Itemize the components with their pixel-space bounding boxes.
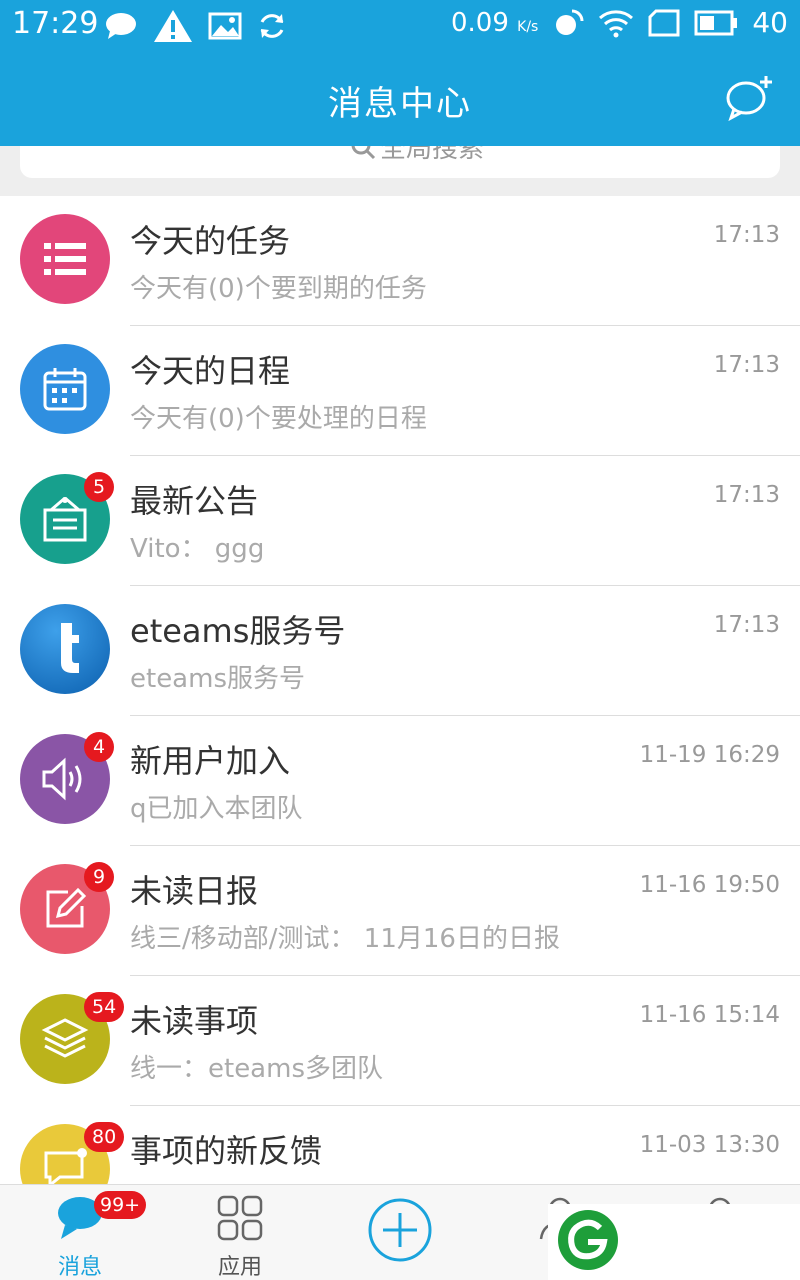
item-title: eteams服务号 — [130, 612, 346, 650]
item-preview: Vito： ggg — [130, 534, 265, 564]
list-item-new-user[interactable]: 4 新用户加入 q已加入本团队 11-19 16:29 — [0, 716, 800, 846]
sync-icon — [260, 14, 284, 38]
item-preview: q已加入本团队 — [130, 794, 303, 824]
grid-icon — [217, 1195, 263, 1241]
avatar: 5 — [20, 472, 114, 564]
unread-badge: 54 — [84, 992, 125, 1022]
item-preview: 今天有(0)个要到期的任务 — [130, 274, 427, 304]
item-title: 最新公告 — [130, 482, 259, 520]
item-time: 11-16 15:14 — [639, 1002, 780, 1028]
list-icon — [44, 243, 86, 275]
status-time: 17:29 — [12, 6, 99, 41]
speaker-icon — [42, 757, 82, 801]
tab-apps[interactable]: 应用 — [160, 1185, 320, 1280]
item-preview: 线一：eteams多团队 — [130, 1054, 383, 1084]
list-item-tasks[interactable]: 今天的任务 今天有(0)个要到期的任务 17:13 — [0, 196, 800, 326]
tab-add[interactable] — [320, 1185, 480, 1280]
list-item-unread-items[interactable]: 54 未读事项 线一：eteams多团队 11-16 15:14 — [0, 976, 800, 1106]
page-title: 消息中心 — [328, 84, 472, 124]
tab-label: 消息 — [57, 1255, 102, 1280]
add-circle-icon — [368, 1198, 432, 1262]
unread-badge: 5 — [84, 472, 114, 502]
watermark-area — [548, 1204, 800, 1280]
battery-level: 40 — [752, 6, 788, 39]
avatar — [20, 214, 110, 304]
item-title: 未读日报 — [130, 872, 259, 910]
tab-messages[interactable]: 99+ 消息 — [0, 1185, 160, 1280]
item-time: 11-19 16:29 — [639, 742, 780, 768]
item-time: 17:13 — [713, 352, 780, 378]
item-title: 新用户加入 — [130, 742, 291, 780]
new-chat-icon[interactable] — [724, 74, 776, 122]
item-time: 17:13 — [713, 222, 780, 248]
item-title: 今天的任务 — [130, 222, 291, 260]
tab-label: 应用 — [217, 1255, 262, 1280]
layers-icon — [41, 1018, 89, 1058]
avatar: 80 — [20, 1122, 125, 1184]
wifi-icon — [599, 9, 634, 37]
search-input[interactable]: 全局搜索 — [20, 146, 780, 178]
list-item-schedule[interactable]: 今天的日程 今天有(0)个要处理的日程 17:13 — [0, 326, 800, 456]
eteams-logo-icon — [61, 623, 79, 673]
unread-badge: 9 — [84, 862, 114, 892]
chat-notification-icon — [106, 13, 136, 39]
avatar: 54 — [20, 992, 125, 1084]
list-item-daily-report[interactable]: 9 未读日报 线三/移动部/测试： 11月16日的日报 11-16 19:50 — [0, 846, 800, 976]
list-item-eteams-service[interactable]: eteams服务号 eteams服务号 17:13 — [0, 586, 800, 716]
item-time: 17:13 — [713, 612, 780, 638]
item-title: 今天的日程 — [130, 352, 291, 390]
edit-icon — [46, 887, 87, 928]
comment-icon — [44, 1148, 87, 1184]
app-bar: 消息中心 — [0, 52, 800, 146]
network-speed-unit: K/s — [517, 18, 539, 35]
warning-icon — [154, 10, 192, 42]
item-title: 未读事项 — [130, 1002, 259, 1040]
item-time: 11-16 19:50 — [639, 872, 780, 898]
calendar-icon — [43, 368, 87, 411]
item-preview: 线三/移动部/测试： 11月16日的日报 — [130, 924, 560, 954]
list-item-announcement[interactable]: 5 最新公告 Vito： ggg 17:13 — [0, 456, 800, 586]
unread-badge: 80 — [84, 1122, 125, 1152]
search-placeholder: 全局搜索 — [380, 146, 485, 164]
image-icon — [208, 12, 242, 40]
avatar: 4 — [20, 732, 114, 824]
notice-board-icon — [43, 496, 87, 542]
item-preview: eteams服务号 — [130, 664, 305, 694]
search-icon — [351, 146, 376, 159]
status-bar: 17:29 0.09 K/s 40 — [0, 0, 800, 52]
item-time: 11-03 13:30 — [639, 1132, 780, 1158]
unread-badge: 4 — [84, 732, 114, 762]
avatar — [20, 344, 110, 434]
search-area: 全局搜索 — [0, 146, 800, 196]
avatar: 9 — [20, 862, 114, 954]
item-time: 17:13 — [713, 482, 780, 508]
message-list: 今天的任务 今天有(0)个要到期的任务 17:13 今天的日程 今天有(0)个要… — [0, 196, 800, 1184]
avatar — [20, 604, 110, 694]
signal-icon — [556, 9, 584, 35]
watermark-logo-icon — [558, 1210, 618, 1270]
item-preview: 今天有(0)个要处理的日程 — [130, 404, 427, 434]
list-item-feedback[interactable]: 80 事项的新反馈 11-03 13:30 — [0, 1106, 800, 1184]
sim-icon — [648, 9, 680, 36]
tab-badge: 99+ — [94, 1191, 147, 1219]
battery-icon — [694, 10, 738, 35]
network-speed: 0.09 — [451, 7, 509, 38]
item-title: 事项的新反馈 — [130, 1132, 323, 1170]
